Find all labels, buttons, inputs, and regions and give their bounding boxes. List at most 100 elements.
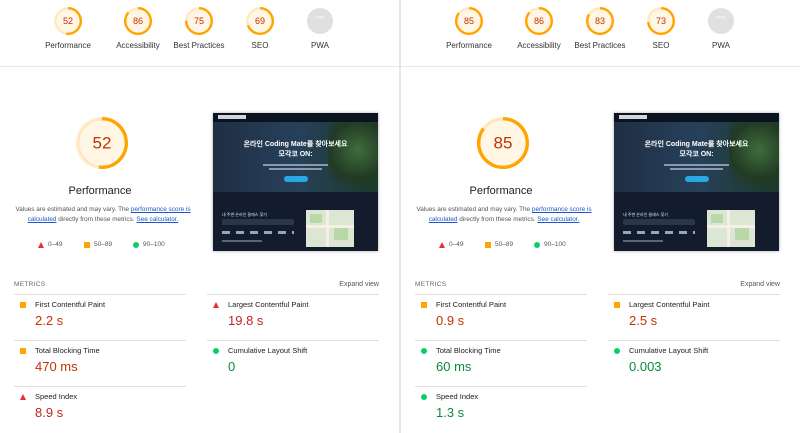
page-screenshot-thumbnail[interactable]: 온라인 Coding Mate를 찾아보세요 모각코 ON: 내 주변 온라인 …: [614, 113, 779, 251]
score-summary-bar: 52 Performance 86 Accessibility 75 Best …: [0, 0, 399, 67]
screenshot-search-bar: [222, 219, 294, 225]
category-label: SEO: [652, 41, 670, 50]
description-text: Values are estimated and may vary. The: [15, 206, 131, 213]
legend-fail-range: 0–49: [449, 241, 464, 248]
circle-icon: [534, 241, 540, 248]
pwa-badge-icon: PWA: [708, 8, 734, 34]
map-block: [735, 228, 749, 240]
gauge-ring: 86: [525, 7, 553, 35]
category-best-practices-gauge[interactable]: 83 Best Practices: [570, 7, 630, 50]
gauge-ring: 86: [124, 7, 152, 35]
map-block: [310, 214, 322, 223]
category-label: SEO: [251, 41, 269, 50]
metric-name: First Contentful Paint: [35, 300, 106, 309]
metric-speed-index: Speed Index 1.3 s: [415, 386, 587, 431]
category-label: Performance: [45, 41, 91, 50]
screenshot-chips: [623, 231, 695, 234]
metric-first-contentful-paint: First Contentful Paint 2.2 s: [14, 294, 186, 339]
map-block: [711, 214, 723, 223]
gauge-score: 83: [595, 16, 605, 26]
pwa-badge-icon: PWA: [307, 8, 333, 34]
page-screenshot-thumbnail[interactable]: 온라인 Coding Mate를 찾아보세요 모각코 ON: 내 주변 온라인 …: [213, 113, 378, 251]
screenshot-text-line: [263, 164, 328, 166]
legend-average-range: 50–89: [94, 241, 113, 248]
legend-pass: 90–100: [133, 241, 165, 248]
circle-icon: [421, 394, 427, 400]
gauge-score: 85: [494, 134, 513, 153]
score-summary-bar: 85 Performance 86 Accessibility 83 Best …: [401, 0, 800, 67]
description-text: directly from these metrics.: [56, 216, 137, 223]
metric-value: 0.003: [629, 359, 662, 374]
square-icon: [84, 241, 90, 248]
legend-pass-range: 90–100: [143, 241, 165, 248]
metric-value: 1.3 s: [436, 405, 465, 420]
category-performance-gauge[interactable]: 52 Performance: [38, 7, 98, 50]
performance-title: Performance: [469, 185, 533, 197]
gauge-score: 52: [63, 16, 73, 26]
metric-name: Speed Index: [436, 392, 479, 401]
metric-value: 8.9 s: [35, 405, 64, 420]
legend-average-range: 50–89: [495, 241, 514, 248]
screenshot-heading: 온라인 Coding Mate를 찾아보세요: [644, 141, 749, 148]
screenshot-text-line: [664, 164, 729, 166]
map-block: [334, 228, 348, 240]
see-calculator-link[interactable]: See calculator.: [136, 216, 178, 223]
gauge-ring: 52: [54, 7, 82, 35]
category-label: PWA: [712, 41, 730, 50]
category-pwa-gauge[interactable]: PWA PWA: [290, 7, 350, 50]
map-road: [727, 210, 730, 247]
gauge-score: 85: [464, 16, 474, 26]
metric-largest-contentful-paint: Largest Contentful Paint 19.8 s: [207, 294, 379, 339]
legend-pass-range: 90–100: [544, 241, 566, 248]
expand-view-toggle[interactable]: Expand view: [740, 281, 780, 288]
pwa-badge-text: PWA: [316, 15, 325, 20]
category-label: Accessibility: [517, 41, 561, 50]
category-accessibility-gauge[interactable]: 86 Accessibility: [509, 7, 569, 50]
triangle-icon: [213, 302, 219, 308]
screenshot-navbar: [213, 113, 378, 122]
triangle-icon: [20, 394, 26, 400]
legend-average: 50–89: [485, 241, 513, 248]
metrics-header: METRICS: [415, 281, 447, 288]
metric-cumulative-layout-shift: Cumulative Layout Shift 0.003: [608, 340, 780, 385]
triangle-icon: [439, 241, 445, 248]
square-icon: [485, 241, 491, 248]
screenshot-search-title: 내 주변 온라인 클래스 찾기: [623, 212, 668, 217]
gauge-score: 73: [656, 16, 666, 26]
category-seo-gauge[interactable]: 69 SEO: [230, 7, 290, 50]
category-accessibility-gauge[interactable]: 86 Accessibility: [108, 7, 168, 50]
lighthouse-report-after: 85 Performance 86 Accessibility 83 Best …: [401, 0, 800, 433]
category-label: Performance: [446, 41, 492, 50]
gauge-ring: 83: [586, 7, 614, 35]
category-best-practices-gauge[interactable]: 75 Best Practices: [169, 7, 229, 50]
gauge-score: 86: [133, 16, 143, 26]
metric-value: 470 ms: [35, 359, 78, 374]
site-logo: [619, 115, 647, 119]
screenshot-map: [306, 210, 354, 247]
gauge-ring: 75: [185, 7, 213, 35]
legend-average: 50–89: [84, 241, 112, 248]
category-pwa-gauge[interactable]: PWA PWA: [691, 7, 751, 50]
metric-total-blocking-time: Total Blocking Time 60 ms: [415, 340, 587, 385]
screenshot-heading: 온라인 Coding Mate를 찾아보세요: [243, 141, 348, 148]
legend-pass: 90–100: [534, 241, 566, 248]
square-icon: [20, 302, 26, 308]
category-performance-gauge[interactable]: 85 Performance: [439, 7, 499, 50]
expand-view-toggle[interactable]: Expand view: [339, 281, 379, 288]
triangle-icon: [38, 241, 44, 248]
screenshot-navbar: [614, 113, 779, 122]
category-label: Accessibility: [116, 41, 160, 50]
see-calculator-link[interactable]: See calculator.: [537, 216, 579, 223]
performance-score-gauge: 85: [477, 117, 529, 169]
circle-icon: [421, 348, 427, 354]
screenshot-chips: [222, 231, 294, 234]
metric-first-contentful-paint: First Contentful Paint 0.9 s: [415, 294, 587, 339]
map-road: [326, 210, 329, 247]
screenshot-search-title: 내 주변 온라인 클래스 찾기: [222, 212, 267, 217]
map-road: [707, 225, 755, 228]
metric-name: Total Blocking Time: [436, 346, 501, 355]
category-label: Best Practices: [574, 41, 626, 50]
category-seo-gauge[interactable]: 73 SEO: [631, 7, 691, 50]
screenshot-search-bar: [623, 219, 695, 225]
metric-total-blocking-time: Total Blocking Time 470 ms: [14, 340, 186, 385]
